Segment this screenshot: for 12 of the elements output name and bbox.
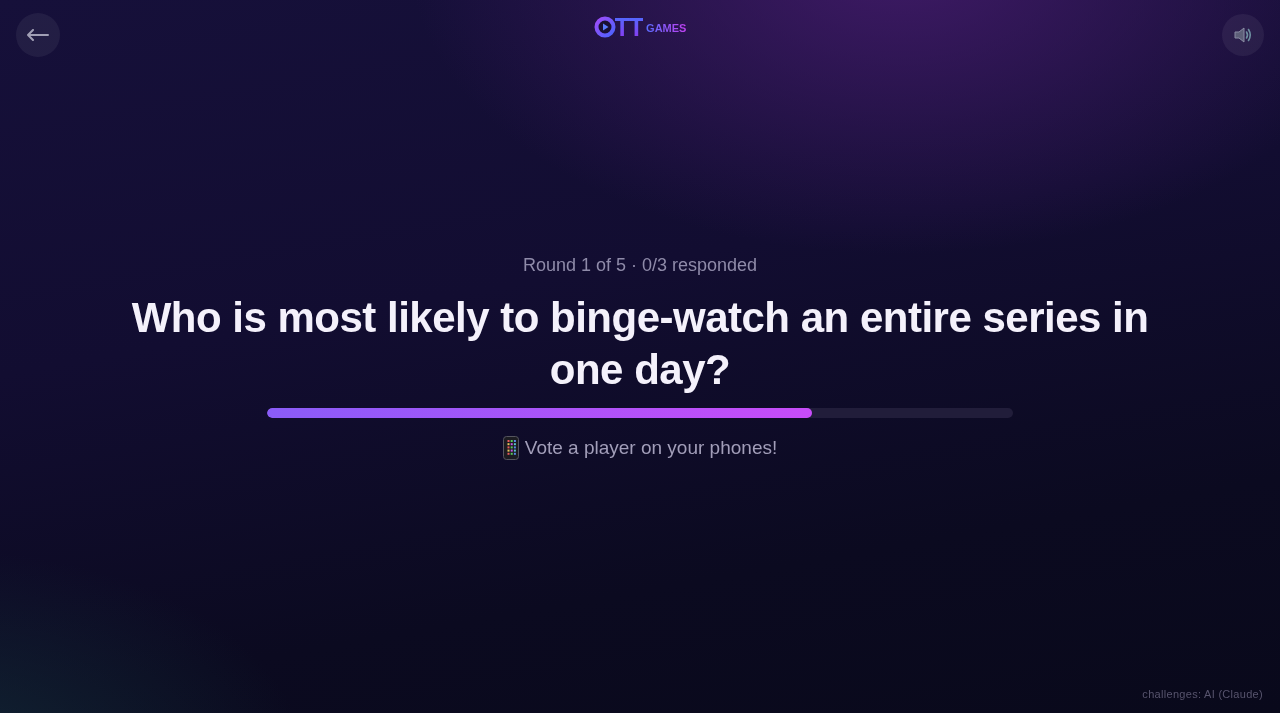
- logo-suffix: GAMES: [646, 22, 687, 34]
- logo-letters: TT: [614, 16, 644, 38]
- play-ring-icon: [593, 16, 616, 38]
- instruction-text: Vote a player on your phones!: [524, 436, 778, 460]
- back-arrow-icon: [27, 29, 49, 41]
- phone-icon: [502, 436, 519, 460]
- round-status: Round 1 of 5 · 0/3 responded: [522, 254, 758, 276]
- question-title: Who is most likely to binge-watch an entire series in one day?: [130, 293, 1150, 395]
- back-button[interactable]: [16, 13, 60, 57]
- sound-button[interactable]: [1222, 14, 1264, 56]
- footer-credit: challenges: AI (Claude): [1142, 688, 1263, 700]
- speaker-icon: [1233, 25, 1253, 45]
